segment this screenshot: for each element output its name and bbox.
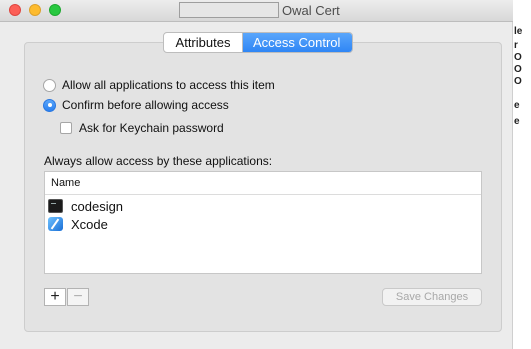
minimize-window-button[interactable] xyxy=(29,4,41,16)
applications-table[interactable]: Name codesign Xcode xyxy=(44,171,482,274)
name-column-header[interactable]: Name xyxy=(45,172,481,195)
app-name: codesign xyxy=(71,198,124,214)
tab-access-control[interactable]: Access Control xyxy=(243,33,353,52)
allow-all-option[interactable]: Allow all applications to access this it… xyxy=(43,78,275,92)
keychain-item-window: Owal Cert Attributes Access Control Allo… xyxy=(0,0,513,349)
table-row[interactable]: Xcode xyxy=(45,215,481,233)
close-window-button[interactable] xyxy=(9,4,21,16)
title-bar[interactable]: Owal Cert xyxy=(0,0,513,22)
tab-bar: Attributes Access Control xyxy=(163,32,354,53)
background-text-fragment: O xyxy=(514,64,522,75)
remove-application-button[interactable]: − xyxy=(67,288,89,306)
background-text-fragment: e xyxy=(514,100,520,111)
allow-all-label: Allow all applications to access this it… xyxy=(62,78,275,92)
background-text-fragment: r xyxy=(514,40,518,51)
background-text-fragment: e xyxy=(514,116,520,127)
zoom-window-button[interactable] xyxy=(49,4,61,16)
confirm-label: Confirm before allowing access xyxy=(62,98,229,112)
redacted-title-block xyxy=(179,2,279,18)
save-changes-button[interactable]: Save Changes xyxy=(382,288,482,306)
tab-attributes[interactable]: Attributes xyxy=(164,33,243,52)
add-application-button[interactable]: + xyxy=(44,288,66,306)
terminal-icon xyxy=(48,199,63,213)
confirm-option[interactable]: Confirm before allowing access xyxy=(43,98,229,112)
xcode-icon xyxy=(48,217,63,231)
allow-all-radio[interactable] xyxy=(43,78,56,92)
always-allow-label: Always allow access by these application… xyxy=(44,154,273,168)
window-title: Owal Cert xyxy=(282,3,340,18)
background-text-fragment: le xyxy=(514,26,523,37)
app-name: Xcode xyxy=(71,216,108,232)
ask-keychain-password-checkbox[interactable] xyxy=(60,122,72,134)
ask-keychain-password-option[interactable]: Ask for Keychain password xyxy=(60,121,224,135)
background-text-fragment: O xyxy=(514,76,522,87)
background-text-fragment: O xyxy=(514,52,522,63)
ask-keychain-password-label: Ask for Keychain password xyxy=(79,121,224,135)
table-row[interactable]: codesign xyxy=(45,197,481,215)
confirm-radio[interactable] xyxy=(43,98,56,112)
